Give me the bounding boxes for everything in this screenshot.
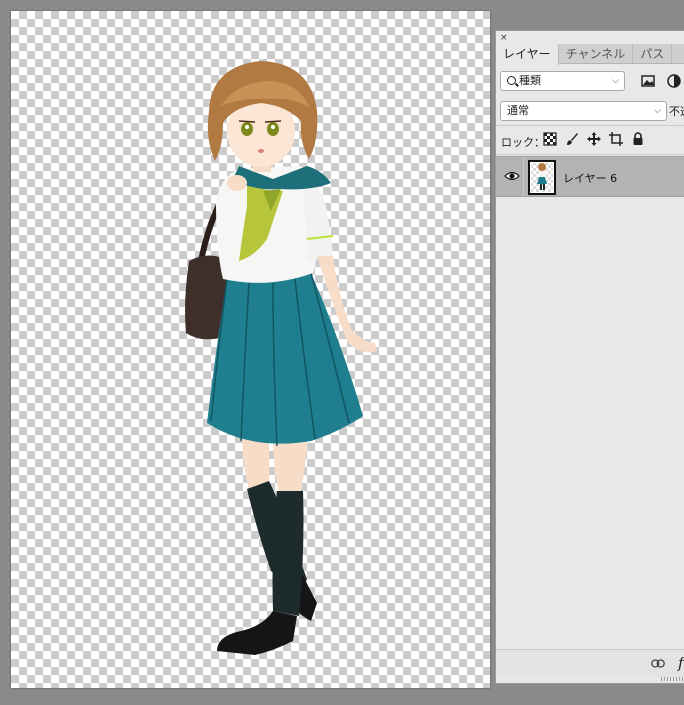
layer-row[interactable]: レイヤー 6 [496,156,684,198]
divider [523,157,524,198]
character-illustration [185,61,377,655]
search-icon [507,76,516,85]
link-layers-icon[interactable] [651,659,665,668]
layers-panel: × レイヤー チャンネル パス 種類 ⌵ 通常 ⌵ 不透 ロック： [495,30,684,684]
lock-image-pixels-icon[interactable] [565,132,579,146]
chevron-down-icon: ⌵ [612,76,619,86]
add-layer-style-button[interactable]: f [678,654,684,672]
visibility-eye-icon[interactable] [504,170,520,182]
panel-footer: f [496,649,684,677]
blend-mode-select[interactable]: 通常 ⌵ [500,101,667,121]
resize-grip[interactable] [661,677,684,681]
lock-position-icon[interactable] [587,132,601,146]
document-canvas[interactable] [11,11,490,688]
blend-mode-label: 通常 [507,104,529,117]
chevron-down-icon: ⌵ [654,106,661,116]
lock-transparent-pixels-icon[interactable] [543,132,557,146]
panel-tabs: レイヤー チャンネル パス [496,44,684,65]
lock-label: ロック： [501,136,545,149]
tab-layers[interactable]: レイヤー [496,44,559,65]
adjustment-filter-icon[interactable] [666,73,682,89]
tab-channels[interactable]: チャンネル [559,44,634,64]
panel-close-icon[interactable]: × [500,33,508,43]
divider [496,125,684,126]
layer-thumbnail[interactable] [528,160,556,195]
layer-name[interactable]: レイヤー 6 [563,170,617,186]
layer-thumbnail-image [537,163,547,190]
lock-artboard-icon[interactable] [609,132,623,146]
image-filter-icon[interactable] [640,73,656,89]
lock-all-icon[interactable] [631,132,645,146]
opacity-label: 不透 [669,105,684,118]
filter-kind-select[interactable]: 種類 ⌵ [500,71,625,91]
divider [496,154,684,155]
tab-paths[interactable]: パス [633,44,673,64]
filter-kind-label: 種類 [519,74,541,87]
